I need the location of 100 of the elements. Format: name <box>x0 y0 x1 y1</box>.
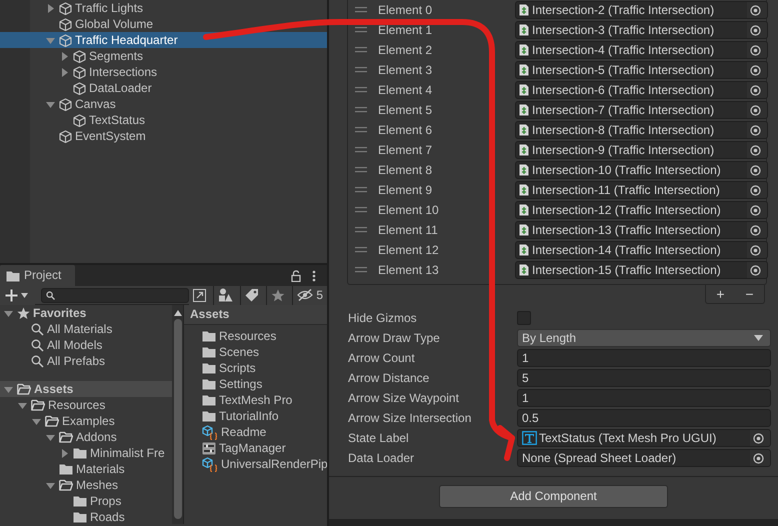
tree-item-label[interactable]: Minimalist Fre <box>90 446 165 460</box>
tree-row[interactable]: Addons <box>0 429 172 445</box>
expand-arrow-icon[interactable] <box>46 4 55 12</box>
drag-handle-icon[interactable] <box>355 47 367 53</box>
tree-item-label[interactable]: Examples <box>62 414 115 428</box>
tree-item-label[interactable]: Traffic Headquarter <box>75 32 178 48</box>
object-field[interactable]: Intersection-12 (Traffic Intersection) <box>515 201 768 219</box>
asset-item[interactable]: TextMesh Pro <box>184 392 327 408</box>
asset-item[interactable]: Scenes <box>184 344 327 360</box>
object-field[interactable]: Intersection-7 (Traffic Intersection) <box>515 101 768 119</box>
object-picker-button[interactable] <box>747 142 767 158</box>
number-field[interactable]: 1 <box>517 349 771 367</box>
filter-by-label-button[interactable] <box>240 286 266 304</box>
tree-row[interactable]: Canvas <box>0 96 327 112</box>
object-picker-button[interactable] <box>747 202 767 218</box>
tree-row[interactable]: All Models <box>0 337 172 353</box>
search-field[interactable] <box>41 288 190 302</box>
tree-row[interactable]: Favorites <box>0 305 172 321</box>
asset-label[interactable]: UniversalRenderPip <box>221 456 327 472</box>
tree-row[interactable]: Segments <box>0 48 327 64</box>
object-field[interactable]: Intersection-2 (Traffic Intersection) <box>515 1 768 19</box>
drag-handle-icon[interactable] <box>355 87 367 93</box>
object-picker-button[interactable] <box>747 222 767 238</box>
object-field[interactable]: Intersection-4 (Traffic Intersection) <box>515 41 768 59</box>
number-field[interactable]: 1 <box>517 389 771 407</box>
tree-item-label[interactable]: DataLoader <box>89 80 152 96</box>
tree-row[interactable]: Props <box>0 493 172 509</box>
tree-row[interactable]: Intersections <box>0 64 327 80</box>
object-picker-button[interactable] <box>747 242 767 258</box>
drag-handle-icon[interactable] <box>355 247 367 253</box>
object-field[interactable]: Intersection-10 (Traffic Intersection) <box>515 161 768 179</box>
asset-label[interactable]: TutorialInfo <box>219 408 279 424</box>
filter-by-type-button[interactable] <box>213 286 240 304</box>
collapse-arrow-icon[interactable] <box>46 480 55 490</box>
asset-label[interactable]: TextMesh Pro <box>219 392 292 408</box>
drag-handle-icon[interactable] <box>355 207 367 213</box>
tree-item-label[interactable]: Resources <box>48 398 106 412</box>
object-field[interactable]: Intersection-15 (Traffic Intersection) <box>515 261 768 279</box>
scrollbar[interactable] <box>172 305 184 524</box>
asset-label[interactable]: Resources <box>219 328 276 344</box>
object-field[interactable]: Intersection-11 (Traffic Intersection) <box>515 181 768 199</box>
object-picker-button[interactable] <box>747 122 767 138</box>
asset-label[interactable]: TagManager <box>219 440 286 456</box>
checkbox[interactable] <box>517 311 531 325</box>
number-field[interactable]: 5 <box>517 369 771 387</box>
tree-row[interactable]: All Prefabs <box>0 353 172 369</box>
tree-row[interactable]: Examples <box>0 413 172 429</box>
tree-row[interactable]: Resources <box>0 397 172 413</box>
collapse-arrow-icon[interactable] <box>4 384 13 394</box>
drag-handle-icon[interactable] <box>355 147 367 153</box>
tree-item-label[interactable]: Materials <box>76 462 125 476</box>
drag-handle-icon[interactable] <box>355 27 367 33</box>
object-picker-button[interactable] <box>750 450 770 466</box>
tree-item-label[interactable]: All Prefabs <box>47 354 106 368</box>
object-picker-button[interactable] <box>747 182 767 198</box>
tree-item-label[interactable]: All Models <box>47 338 102 352</box>
asset-label[interactable]: Readme <box>221 424 266 440</box>
scroll-up-arrow-icon[interactable] <box>174 310 182 316</box>
collapse-arrow-icon[interactable] <box>46 36 55 44</box>
tree-item-label[interactable]: EventSystem <box>75 128 146 144</box>
drag-handle-icon[interactable] <box>355 67 367 73</box>
asset-item[interactable]: Settings <box>184 376 327 392</box>
object-field[interactable]: Intersection-3 (Traffic Intersection) <box>515 21 768 39</box>
object-field[interactable]: Intersection-8 (Traffic Intersection) <box>515 121 768 139</box>
tree-row[interactable]: Traffic Headquarter <box>0 32 327 48</box>
object-picker-button[interactable] <box>747 22 767 38</box>
tree-item-label[interactable]: Intersections <box>89 64 158 80</box>
tree-row[interactable]: TextStatus <box>0 112 327 128</box>
collapse-arrow-icon[interactable] <box>46 432 55 442</box>
tree-item-label[interactable]: Assets <box>34 382 74 396</box>
remove-element-button[interactable]: − <box>738 285 762 303</box>
dropdown[interactable]: By Length <box>517 329 771 347</box>
tree-row[interactable]: Traffic Lights <box>0 0 327 16</box>
asset-item[interactable]: UniversalRenderPip <box>184 456 327 472</box>
object-picker-button[interactable] <box>747 262 767 278</box>
drag-handle-icon[interactable] <box>355 7 367 13</box>
tree-row[interactable]: EventSystem <box>0 128 327 144</box>
object-field[interactable]: Intersection-5 (Traffic Intersection) <box>515 61 768 79</box>
tree-row[interactable]: Minimalist Fre <box>0 445 172 461</box>
asset-label[interactable]: Scripts <box>219 360 256 376</box>
project-tab[interactable]: Project <box>0 265 76 286</box>
object-picker-button[interactable] <box>747 42 767 58</box>
object-picker-button[interactable] <box>750 430 770 446</box>
object-picker-button[interactable] <box>747 62 767 78</box>
object-field[interactable]: None (Spread Sheet Loader) <box>517 449 771 467</box>
object-field[interactable]: TextStatus (Text Mesh Pro UGUI) <box>517 429 771 447</box>
asset-label[interactable]: Scenes <box>219 344 260 360</box>
object-field[interactable]: Intersection-14 (Traffic Intersection) <box>515 241 768 259</box>
asset-label[interactable]: Settings <box>219 376 262 392</box>
object-picker-button[interactable] <box>747 2 767 18</box>
tree-row[interactable]: Meshes <box>0 477 172 493</box>
expand-arrow-icon[interactable] <box>60 448 69 458</box>
tree-item-label[interactable]: Segments <box>89 48 144 64</box>
collapse-arrow-icon[interactable] <box>18 400 27 410</box>
drag-handle-icon[interactable] <box>355 167 367 173</box>
lock-icon[interactable] <box>291 270 301 282</box>
object-picker-button[interactable] <box>747 82 767 98</box>
drag-handle-icon[interactable] <box>355 187 367 193</box>
object-field[interactable]: Intersection-13 (Traffic Intersection) <box>515 221 768 239</box>
tree-item-label[interactable]: Canvas <box>75 96 116 112</box>
